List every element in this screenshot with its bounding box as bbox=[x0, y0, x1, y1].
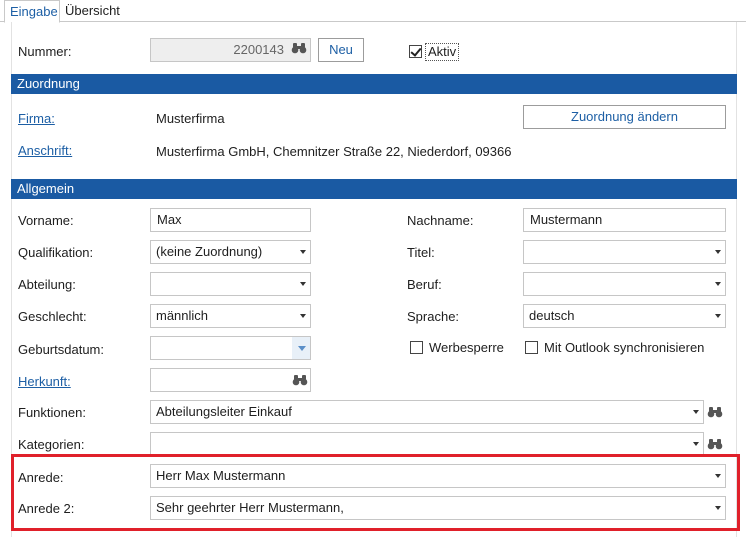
neu-button[interactable]: Neu bbox=[318, 38, 364, 62]
beruf-select[interactable] bbox=[523, 272, 726, 296]
chevron-down-icon bbox=[715, 314, 721, 318]
section-allgemein: Allgemein bbox=[11, 179, 737, 199]
geschlecht-value: männlich bbox=[156, 308, 209, 323]
zuordnung-aendern-button[interactable]: Zuordnung ändern bbox=[523, 105, 726, 129]
funktionen-binoculars-icon[interactable] bbox=[707, 406, 723, 421]
chevron-down-icon bbox=[693, 410, 699, 414]
titel-label: Titel: bbox=[407, 245, 435, 260]
nachname-input[interactable]: Mustermann bbox=[523, 208, 726, 232]
geburtsdatum-picker[interactable] bbox=[150, 336, 311, 360]
chevron-down-icon bbox=[715, 282, 721, 286]
qualifikation-select[interactable]: (keine Zuordnung) bbox=[150, 240, 311, 264]
funktionen-value: Abteilungsleiter Einkauf bbox=[156, 404, 292, 419]
chevron-down-icon bbox=[300, 282, 306, 286]
funktionen-select[interactable]: Abteilungsleiter Einkauf bbox=[150, 400, 704, 424]
nummer-field: 2200143 bbox=[150, 38, 311, 62]
chevron-down-icon bbox=[300, 250, 306, 254]
geburtsdatum-label: Geburtsdatum: bbox=[18, 342, 104, 357]
chevron-down-icon bbox=[715, 250, 721, 254]
kategorien-binoculars-icon[interactable] bbox=[707, 438, 723, 453]
highlight-box bbox=[11, 454, 740, 531]
section-zuordnung: Zuordnung bbox=[11, 74, 737, 94]
vorname-label: Vorname: bbox=[18, 213, 74, 228]
chevron-down-icon bbox=[300, 314, 306, 318]
outlook-sync-label[interactable]: Mit Outlook synchronisieren bbox=[544, 339, 704, 357]
kategorien-select[interactable] bbox=[150, 432, 704, 456]
herkunft-link[interactable]: Herkunft: bbox=[18, 373, 71, 391]
herkunft-input[interactable] bbox=[150, 368, 311, 392]
vorname-input[interactable]: Max bbox=[150, 208, 311, 232]
chevron-down-icon bbox=[298, 346, 306, 351]
anschrift-value: Musterfirma GmbH, Chemnitzer Straße 22, … bbox=[156, 144, 512, 159]
sprache-select[interactable]: deutsch bbox=[523, 304, 726, 328]
sprache-value: deutsch bbox=[529, 308, 575, 323]
outlook-sync-checkbox[interactable] bbox=[525, 341, 538, 354]
geschlecht-select[interactable]: männlich bbox=[150, 304, 311, 328]
firma-value: Musterfirma bbox=[156, 111, 225, 126]
abteilung-select[interactable] bbox=[150, 272, 311, 296]
sprache-label: Sprache: bbox=[407, 309, 460, 324]
firma-link[interactable]: Firma: bbox=[18, 110, 55, 128]
nachname-label: Nachname: bbox=[407, 213, 474, 228]
werbesperre-checkbox[interactable] bbox=[410, 341, 423, 354]
geschlecht-label: Geschlecht: bbox=[18, 309, 87, 324]
werbesperre-label[interactable]: Werbesperre bbox=[429, 339, 504, 357]
aktiv-label[interactable]: Aktiv bbox=[425, 43, 460, 61]
aktiv-checkbox[interactable] bbox=[409, 45, 422, 58]
abteilung-label: Abteilung: bbox=[18, 277, 76, 292]
kategorien-label: Kategorien: bbox=[18, 437, 85, 452]
titel-select[interactable] bbox=[523, 240, 726, 264]
beruf-label: Beruf: bbox=[407, 277, 442, 292]
nummer-lookup-binoculars-icon[interactable] bbox=[291, 42, 307, 57]
qualifikation-value: (keine Zuordnung) bbox=[156, 244, 263, 259]
herkunft-binoculars-icon[interactable] bbox=[292, 374, 308, 389]
tab-uebersicht[interactable]: Übersicht bbox=[60, 0, 126, 22]
tab-eingabe[interactable]: Eingabe bbox=[4, 0, 60, 23]
qualifikation-label: Qualifikation: bbox=[18, 245, 94, 260]
funktionen-label: Funktionen: bbox=[18, 405, 86, 420]
nummer-label: Nummer: bbox=[18, 44, 72, 59]
anschrift-link[interactable]: Anschrift: bbox=[18, 142, 72, 160]
chevron-down-icon bbox=[693, 442, 699, 446]
